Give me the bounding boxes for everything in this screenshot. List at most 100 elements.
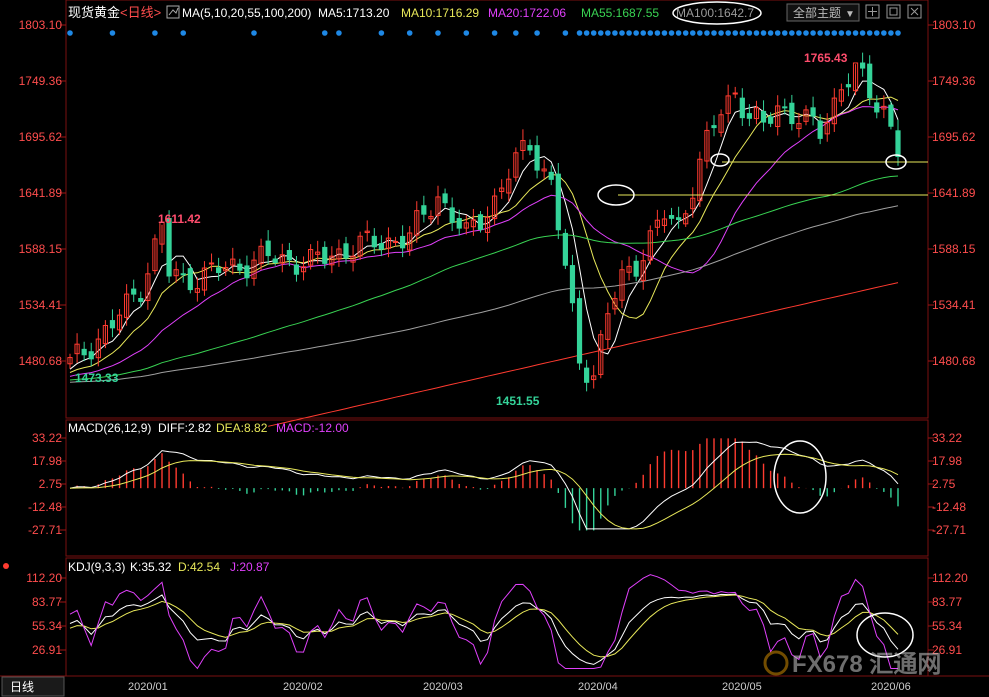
kdj-title: KDJ(9,3,3) (68, 560, 125, 574)
candle-body (131, 288, 137, 295)
signal-dot (576, 30, 583, 36)
price-annotations: 1765.43 1611.42 1451.55 1473.33 (75, 51, 848, 408)
candle-body (782, 106, 788, 109)
signal-dot (866, 30, 873, 36)
signal-dot (845, 30, 852, 36)
price-axis-label-right: 1803.10 (932, 18, 976, 32)
kdj-axis-label: 26.91 (32, 643, 62, 657)
ma-settings-icon[interactable] (166, 5, 180, 19)
signal-dot (881, 30, 887, 36)
ma100-line (69, 205, 899, 383)
signal-dot (810, 30, 816, 36)
candle-body (569, 265, 576, 304)
macd-lines (69, 441, 899, 530)
candle-body (216, 267, 222, 274)
moving-average-lines (69, 80, 899, 427)
candle-body (817, 120, 823, 139)
candle-body (166, 217, 172, 277)
candle-body (760, 110, 767, 123)
candle-body (534, 145, 540, 171)
support-lines (597, 153, 928, 206)
signal-dot (796, 30, 802, 36)
candle-body (527, 145, 533, 151)
highlight-circle-may (710, 153, 730, 167)
candle-body (789, 102, 795, 125)
kdj-axis-label-right: 112.20 (932, 571, 968, 585)
period-button-label: 日线 (10, 680, 34, 694)
signal-dot (732, 30, 739, 36)
signal-dot (534, 30, 540, 36)
macd-value: MACD:-12.00 (276, 421, 349, 435)
price-axis-label-right: 1641.89 (932, 186, 976, 200)
watermark-logo: FX678 汇通网 (763, 650, 941, 678)
kdj-axis-label: 55.34 (32, 619, 62, 633)
signal-dot (824, 30, 831, 36)
signal-dot (633, 30, 639, 36)
month-label: 2020/04 (578, 681, 618, 693)
candle-body (81, 348, 87, 356)
period-label: <日线> (120, 5, 161, 20)
candle-body (633, 260, 639, 277)
signal-dot (626, 30, 632, 36)
signal-dot (491, 30, 498, 36)
candle-body (739, 97, 745, 119)
candle-body (768, 116, 774, 124)
macd-axis-label: -12.48 (28, 500, 62, 514)
signal-dot (873, 30, 880, 36)
candle-body (732, 92, 738, 95)
restore-button[interactable] (886, 4, 901, 19)
ma20-value: MA20:1722.06 (488, 6, 566, 20)
candle-body (676, 217, 682, 221)
price-axis-label-right: 1588.15 (932, 242, 976, 256)
price-axis-label-right: 1695.62 (932, 130, 976, 144)
candle-body (746, 113, 752, 119)
kdj-d: D:42.54 (178, 560, 220, 574)
candle-body (576, 298, 583, 364)
signal-dot (753, 30, 760, 36)
month-label: 2020/06 (871, 681, 911, 693)
macd-title: MACD(26,12,9) (68, 421, 151, 435)
macd-axis-label-right: 33.22 (932, 431, 962, 445)
kdj-axis-label: 112.20 (26, 571, 62, 585)
macd-axis-label: 33.22 (32, 431, 62, 445)
macd-axis-label-right: -27.71 (932, 523, 966, 537)
signal-dot (746, 30, 753, 36)
candle-body (237, 263, 243, 271)
candle-body (400, 235, 406, 249)
watermark-emblem-icon (763, 650, 789, 676)
signal-dot (767, 30, 774, 36)
candle-body (187, 268, 193, 291)
price-axis-label: 1641.89 (19, 186, 63, 200)
signal-dot (675, 30, 682, 36)
signal-dot (888, 30, 894, 36)
signal-dot (152, 30, 158, 36)
candle-body (286, 250, 292, 261)
price-axis-label-right: 1480.68 (932, 354, 976, 368)
signal-dot (647, 30, 654, 36)
price-axis-label: 1695.62 (19, 130, 63, 144)
ma100-value: MA100:1642.7 (676, 6, 754, 20)
macd-header: MACD(26,12,9) DIFF:2.82 DEA:8.82 MACD:-1… (68, 421, 349, 435)
signal-dot (817, 30, 823, 36)
candle-body (711, 125, 717, 129)
start-low-label: 1473.33 (75, 371, 119, 385)
candle-body (322, 246, 328, 264)
price-axis-label-right: 1534.41 (932, 298, 976, 312)
early-high-label: 1611.42 (158, 212, 201, 226)
signal-dot (605, 30, 611, 36)
crosshair-icon (868, 7, 877, 16)
signal-dot (654, 30, 661, 36)
candle-body (88, 351, 94, 360)
chart-stage: 现货黄金 <日线> MA(5,10,20,55,100,200) MA5:171… (0, 0, 989, 697)
price-axis-label: 1534.41 (19, 298, 63, 312)
signal-dot (336, 30, 342, 36)
candle-body (343, 243, 349, 259)
candle-body (371, 235, 377, 248)
candle-body (895, 130, 901, 158)
candle-body (272, 258, 278, 264)
kdj-marker-icon (3, 563, 9, 569)
signal-dot (760, 30, 767, 36)
candle-body (138, 298, 144, 302)
candle-body (244, 265, 250, 279)
signal-dot (689, 30, 696, 36)
